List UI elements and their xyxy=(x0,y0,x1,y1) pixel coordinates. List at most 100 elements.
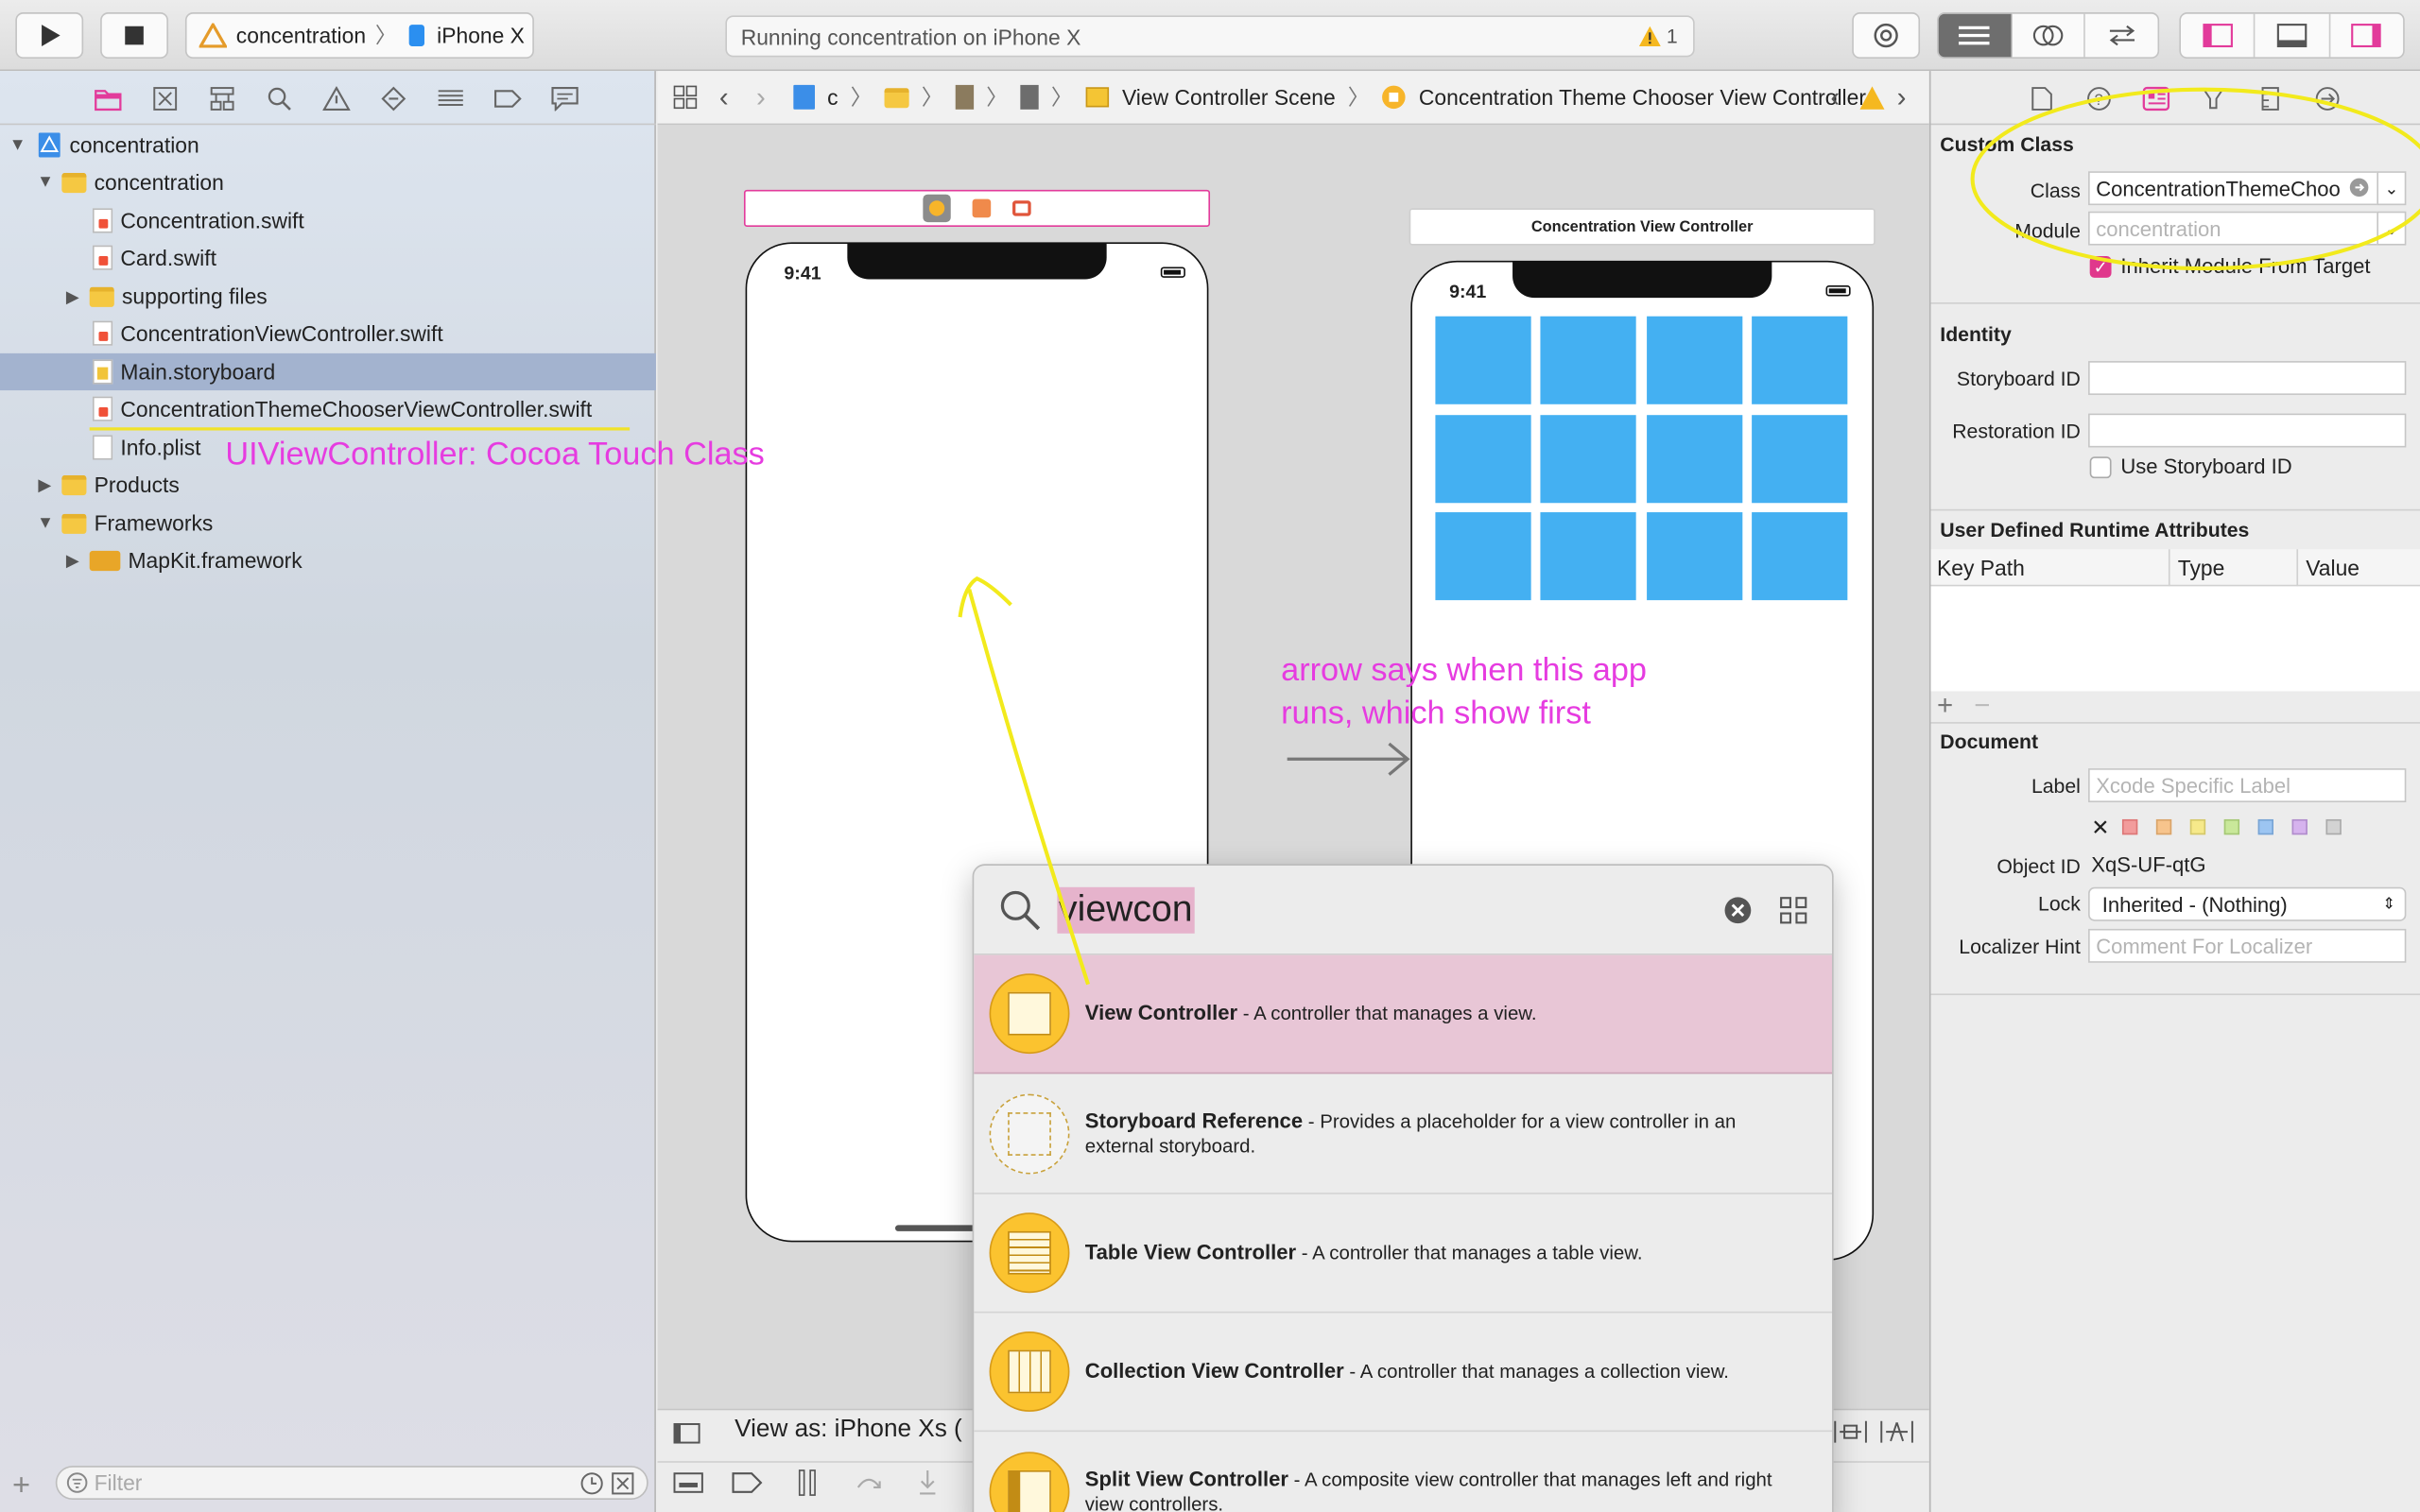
tree-item-group[interactable]: ▼ concentration xyxy=(0,163,656,200)
col-type[interactable]: Type xyxy=(2178,556,2225,580)
no-color-icon[interactable]: ✕ xyxy=(2091,815,2109,841)
box-x-icon[interactable] xyxy=(612,1471,634,1494)
tree-item-folder[interactable]: ▼ Frameworks xyxy=(0,505,656,541)
card-button[interactable] xyxy=(1435,316,1531,404)
lock-popup[interactable]: Inherited - (Nothing) ⇕ xyxy=(2088,886,2407,921)
tree-item-framework[interactable]: ▶ MapKit.framework xyxy=(0,541,656,578)
clock-icon[interactable] xyxy=(580,1471,603,1494)
test-navigator-tab[interactable] xyxy=(364,71,421,125)
scene-dock[interactable] xyxy=(743,189,1211,228)
label-color-purple[interactable] xyxy=(2291,818,2308,835)
disclosure-triangle-icon[interactable]: ▶ xyxy=(65,286,80,306)
storyboard-file-icon[interactable] xyxy=(955,84,975,110)
card-button[interactable] xyxy=(1752,316,1848,404)
storyboard-id-field[interactable] xyxy=(2088,361,2407,395)
grid-view-icon[interactable] xyxy=(1780,897,1807,924)
label-color-orange[interactable] xyxy=(2155,818,2172,835)
activity-view-button[interactable] xyxy=(1852,12,1921,60)
card-button[interactable] xyxy=(1647,316,1743,404)
back-arrow-icon[interactable]: ‹ xyxy=(719,81,729,113)
card-button[interactable] xyxy=(1752,415,1848,504)
card-button[interactable] xyxy=(1647,415,1743,504)
folder-icon[interactable] xyxy=(884,87,909,108)
card-button[interactable] xyxy=(1540,415,1636,504)
source-control-tab[interactable] xyxy=(136,71,193,125)
card-button[interactable] xyxy=(1752,512,1848,601)
label-color-gray[interactable] xyxy=(2325,818,2342,835)
scheme-selector[interactable]: concentration 〉 iPhone X xyxy=(184,12,534,60)
card-button[interactable] xyxy=(1647,512,1743,601)
initial-entry-arrow[interactable] xyxy=(1284,741,1413,778)
remove-attribute-button[interactable]: − xyxy=(1974,690,1990,722)
exit-icon[interactable] xyxy=(1012,200,1031,216)
col-key-path[interactable]: Key Path xyxy=(1937,556,2025,580)
add-file-button[interactable]: + xyxy=(12,1469,30,1504)
next-issue-icon[interactable]: › xyxy=(1897,81,1907,113)
version-editor-button[interactable] xyxy=(2085,14,2157,58)
toggle-inspector-button[interactable] xyxy=(2330,14,2403,58)
tree-item-project[interactable]: ▼ concentration xyxy=(0,127,656,163)
toggle-navigator-button[interactable] xyxy=(2181,13,2256,58)
document-outline-toggle-icon[interactable] xyxy=(673,1422,700,1444)
step-over-icon[interactable] xyxy=(856,1469,883,1496)
tree-item-file[interactable]: ConcentrationViewController.swift xyxy=(0,315,656,352)
related-items-icon[interactable] xyxy=(673,85,698,110)
view-as-label[interactable]: View as: iPhone Xs ( xyxy=(735,1417,962,1444)
breadcrumb-controller[interactable]: Concentration Theme Chooser View Control… xyxy=(1419,85,1866,110)
align-icon[interactable] xyxy=(1834,1419,1868,1444)
disclosure-triangle-icon[interactable]: ▼ xyxy=(37,514,54,533)
assistant-editor-button[interactable] xyxy=(2013,13,2086,58)
pause-icon[interactable] xyxy=(796,1469,818,1496)
tree-item-file[interactable]: Card.swift xyxy=(0,239,656,276)
card-button[interactable] xyxy=(1540,316,1636,404)
step-into-icon[interactable] xyxy=(917,1469,939,1496)
tree-item-folder[interactable]: ▶ supporting files xyxy=(0,278,656,315)
card-button[interactable] xyxy=(1540,512,1636,601)
warning-icon[interactable] xyxy=(1859,85,1885,110)
label-color-yellow[interactable] xyxy=(2189,818,2206,835)
scene-title-bar[interactable]: Concentration View Controller xyxy=(1409,208,1876,246)
project-navigator-tab[interactable] xyxy=(78,71,135,125)
run-button[interactable] xyxy=(15,12,84,60)
disclosure-triangle-icon[interactable]: ▶ xyxy=(65,550,80,571)
add-attribute-button[interactable]: + xyxy=(1937,690,1953,722)
first-responder-icon[interactable] xyxy=(972,198,992,218)
tree-item-file[interactable]: Concentration.swift xyxy=(0,202,656,239)
warning-indicator[interactable]: 1 xyxy=(1638,25,1678,48)
udra-table-body[interactable] xyxy=(1930,586,2420,692)
col-value[interactable]: Value xyxy=(2306,556,2360,580)
tree-item-file[interactable]: Info.plist xyxy=(0,429,216,466)
card-button[interactable] xyxy=(1435,512,1531,601)
library-item-collection-view-controller[interactable]: Collection View Controller - A controlle… xyxy=(974,1313,1833,1433)
storyboard-file-icon[interactable] xyxy=(1020,84,1039,110)
filter-input[interactable]: Filter xyxy=(55,1466,648,1500)
tree-item-file[interactable]: ConcentrationThemeChooserViewController.… xyxy=(0,390,656,427)
prev-issue-icon[interactable]: ‹ xyxy=(1830,81,1840,113)
use-storyboard-id-checkbox[interactable] xyxy=(2089,456,2112,479)
restoration-id-field[interactable] xyxy=(2088,413,2407,448)
debug-navigator-tab[interactable] xyxy=(422,71,478,125)
label-color-green[interactable] xyxy=(2223,818,2240,835)
clear-search-icon[interactable] xyxy=(1724,897,1752,924)
breakpoint-navigator-tab[interactable] xyxy=(478,71,535,125)
toggle-debug-area-button[interactable] xyxy=(2256,13,2330,58)
disclosure-triangle-icon[interactable]: ▼ xyxy=(9,136,26,155)
tree-item-file-selected[interactable]: Main.storyboard xyxy=(0,352,656,391)
breadcrumb-scene[interactable]: View Controller Scene xyxy=(1122,85,1336,110)
forward-arrow-icon[interactable]: › xyxy=(756,81,766,113)
symbol-navigator-tab[interactable] xyxy=(193,71,250,125)
label-color-blue[interactable] xyxy=(2257,818,2273,835)
library-item-split-view-controller[interactable]: Split View Controller - A composite view… xyxy=(974,1432,1832,1512)
stop-button[interactable] xyxy=(100,12,168,60)
report-navigator-tab[interactable] xyxy=(536,71,593,125)
breadcrumb-c[interactable]: c xyxy=(827,85,838,110)
find-navigator-tab[interactable] xyxy=(250,71,306,125)
add-constraints-icon[interactable] xyxy=(1880,1419,1914,1444)
card-button[interactable] xyxy=(1435,415,1531,504)
label-color-red[interactable] xyxy=(2121,818,2138,835)
standard-editor-button[interactable] xyxy=(1938,13,2013,58)
debug-area-toggle-icon[interactable] xyxy=(673,1472,704,1494)
localizer-hint-field[interactable]: Comment For Localizer xyxy=(2088,928,2407,963)
disclosure-triangle-icon[interactable]: ▶ xyxy=(37,474,52,495)
view-controller-icon[interactable] xyxy=(923,194,951,223)
